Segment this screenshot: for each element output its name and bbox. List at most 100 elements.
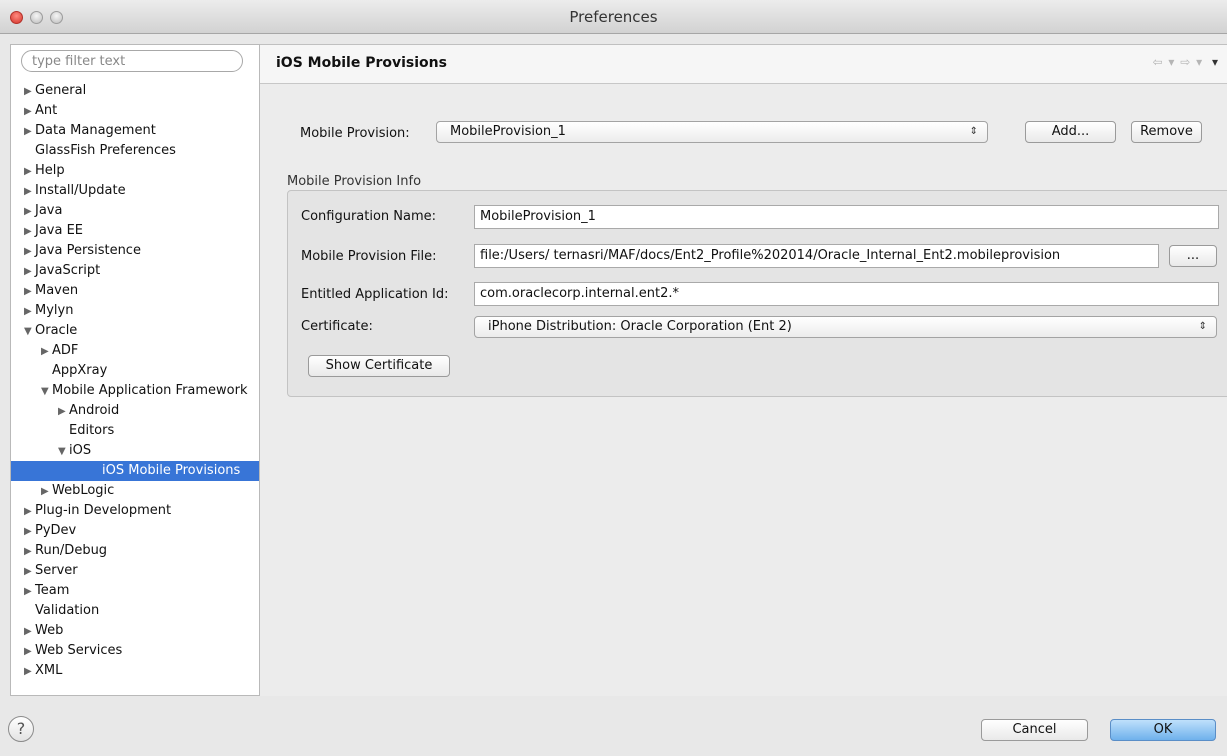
certificate-select[interactable]: iPhone Distribution: Oracle Corporation … [474, 316, 1217, 338]
tree-item[interactable]: ▶ Plug-in Development [11, 501, 259, 522]
tree-item[interactable]: ▶ Server [11, 561, 259, 582]
tree-item[interactable]: AppXray [11, 361, 259, 381]
expanded-arrow-icon[interactable]: ▼ [41, 382, 52, 402]
tree-item[interactable]: ▶ General [11, 81, 259, 102]
add-button[interactable]: Add... [1025, 121, 1116, 143]
tree-item-label: Android [69, 403, 120, 418]
tree-item[interactable]: ▶ Help [11, 161, 259, 182]
entitled-application-id-field[interactable]: com.oraclecorp.internal.ent2.* [474, 282, 1219, 306]
tree-item-label: Mylyn [35, 303, 74, 318]
collapsed-arrow-icon[interactable]: ▶ [24, 162, 35, 182]
tree-item[interactable]: ▶ PyDev [11, 521, 259, 542]
tree-item[interactable]: ▼ Oracle [11, 321, 259, 342]
cancel-button[interactable]: Cancel [981, 719, 1088, 741]
tree-item-label: ADF [52, 343, 79, 358]
browse-button[interactable]: ... [1169, 245, 1217, 267]
collapsed-arrow-icon[interactable]: ▶ [24, 282, 35, 302]
help-icon[interactable]: ? [8, 716, 34, 742]
tree-item-label: Maven [35, 283, 79, 298]
tree-item-label: Plug-in Development [35, 503, 172, 518]
tree-item[interactable]: Editors [11, 421, 259, 441]
mobile-provision-select[interactable]: MobileProvision_1 ⇕ [436, 121, 988, 143]
expanded-arrow-icon[interactable]: ▼ [58, 442, 69, 462]
collapsed-arrow-icon[interactable]: ▶ [24, 622, 35, 642]
tree-item[interactable]: ▶ Team [11, 581, 259, 602]
collapsed-arrow-icon[interactable]: ▶ [24, 262, 35, 282]
tree-item-label: XML [35, 663, 63, 678]
collapsed-arrow-icon[interactable]: ▶ [24, 222, 35, 242]
tree-item[interactable]: Validation [11, 601, 259, 621]
tree-item[interactable]: ▶ Java Persistence [11, 241, 259, 262]
tree-item[interactable]: ▶ Run/Debug [11, 541, 259, 562]
collapsed-arrow-icon[interactable]: ▶ [24, 542, 35, 562]
collapsed-arrow-icon[interactable]: ▶ [24, 82, 35, 102]
mobile-provision-select-value: MobileProvision_1 [450, 124, 566, 139]
tree-item[interactable]: ▼ Mobile Application Framework [11, 381, 259, 402]
preferences-tree-panel: ▶General▶Ant▶Data ManagementGlassFish Pr… [10, 44, 260, 696]
tree-item[interactable]: iOS Mobile Provisions [11, 461, 259, 481]
tree-item-label: JavaScript [35, 263, 101, 278]
expanded-arrow-icon[interactable]: ▼ [24, 322, 35, 342]
collapsed-arrow-icon[interactable]: ▶ [24, 182, 35, 202]
collapsed-arrow-icon[interactable]: ▶ [41, 482, 52, 502]
collapsed-arrow-icon[interactable]: ▶ [24, 522, 35, 542]
tree-item-label: Data Management [35, 123, 156, 138]
tree-item[interactable]: ▶ XML [11, 661, 259, 682]
collapsed-arrow-icon[interactable]: ▶ [24, 582, 35, 602]
tree-item-label: Editors [69, 423, 115, 438]
tree-item[interactable]: ▶ Web Services [11, 641, 259, 662]
tree-item-label: Server [35, 563, 78, 578]
certificate-select-value: iPhone Distribution: Oracle Corporation … [488, 319, 792, 334]
back-menu-icon[interactable]: ▾ [1168, 55, 1175, 69]
tree-item[interactable]: ▶ Java EE [11, 221, 259, 242]
ok-button[interactable]: OK [1110, 719, 1216, 741]
show-certificate-button[interactable]: Show Certificate [308, 355, 450, 377]
certificate-label: Certificate: [301, 319, 373, 334]
tree-item[interactable]: ▶ Android [11, 401, 259, 422]
tree-item-label: Java [35, 203, 63, 218]
view-menu-icon[interactable]: ▾ [1212, 55, 1219, 69]
tree-item[interactable]: ▶ Data Management [11, 121, 259, 142]
collapsed-arrow-icon[interactable]: ▶ [24, 502, 35, 522]
collapsed-arrow-icon[interactable]: ▶ [24, 122, 35, 142]
provision-info-group-title: Mobile Provision Info [287, 174, 422, 189]
select-arrows-icon: ⇕ [1198, 321, 1207, 332]
tree-item[interactable]: ▼ iOS [11, 441, 259, 462]
tree-item[interactable]: ▶ Java [11, 201, 259, 222]
collapsed-arrow-icon[interactable]: ▶ [24, 242, 35, 262]
tree-item-label: Ant [35, 103, 58, 118]
page-navigation: ⇦ ▾ ⇨ ▾ ▾ [1152, 55, 1219, 69]
window-title: Preferences [569, 8, 658, 26]
configuration-name-field[interactable]: MobileProvision_1 [474, 205, 1219, 229]
collapsed-arrow-icon[interactable]: ▶ [24, 662, 35, 682]
tree-item-label: PyDev [35, 523, 77, 538]
tree-item-label: Java Persistence [35, 243, 141, 258]
tree-item[interactable]: ▶ JavaScript [11, 261, 259, 282]
tree-item[interactable]: ▶ WebLogic [11, 481, 259, 502]
filter-input[interactable] [21, 50, 243, 72]
collapsed-arrow-icon[interactable]: ▶ [24, 562, 35, 582]
mobile-provision-file-field[interactable]: file:/Users/ ternasri/MAF/docs/Ent2_Prof… [474, 244, 1159, 268]
tree-item[interactable]: ▶ Ant [11, 101, 259, 122]
remove-button[interactable]: Remove [1131, 121, 1202, 143]
forward-arrow-icon[interactable]: ⇨ [1180, 55, 1191, 69]
tree-item-label: Java EE [35, 223, 84, 238]
tree-item[interactable]: GlassFish Preferences [11, 141, 259, 161]
collapsed-arrow-icon[interactable]: ▶ [41, 342, 52, 362]
collapsed-arrow-icon[interactable]: ▶ [24, 642, 35, 662]
forward-menu-icon[interactable]: ▾ [1196, 55, 1203, 69]
collapsed-arrow-icon[interactable]: ▶ [24, 202, 35, 222]
collapsed-arrow-icon[interactable]: ▶ [58, 402, 69, 422]
tree-item[interactable]: ▶ Web [11, 621, 259, 642]
tree-item[interactable]: ▶ Mylyn [11, 301, 259, 322]
collapsed-arrow-icon[interactable]: ▶ [24, 102, 35, 122]
tree-item-label: Team [35, 583, 70, 598]
tree-item[interactable]: ▶ Maven [11, 281, 259, 302]
back-arrow-icon[interactable]: ⇦ [1152, 55, 1163, 69]
tree-item[interactable]: ▶ Install/Update [11, 181, 259, 202]
tree-item[interactable]: ▶ ADF [11, 341, 259, 362]
tree-item-label: Mobile Application Framework [52, 383, 248, 398]
tree-item-label: Run/Debug [35, 543, 108, 558]
preference-page: iOS Mobile Provisions ⇦ ▾ ⇨ ▾ ▾ Mobile P… [260, 44, 1227, 696]
collapsed-arrow-icon[interactable]: ▶ [24, 302, 35, 322]
